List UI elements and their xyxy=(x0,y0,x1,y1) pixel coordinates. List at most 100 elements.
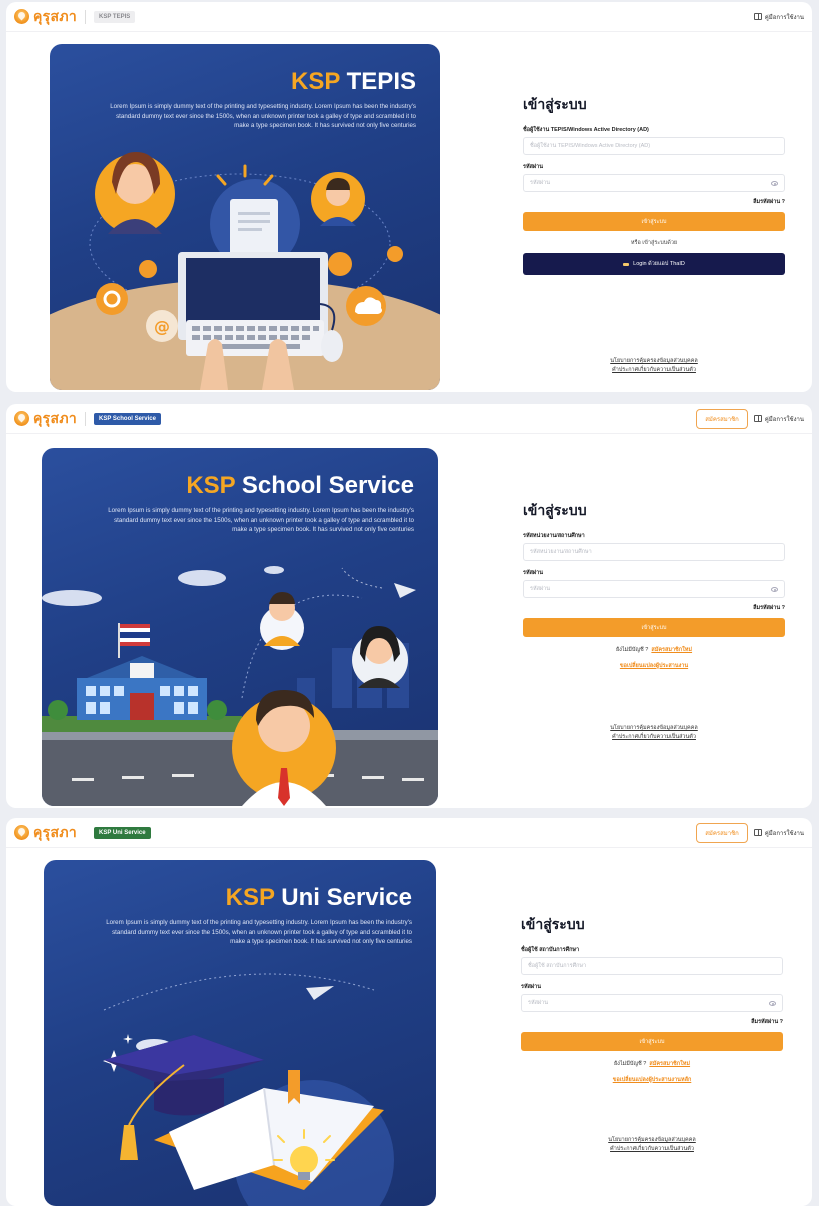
home-bubble xyxy=(328,252,352,276)
tree xyxy=(207,700,227,720)
header: คุรุสภา KSP Uni Service สมัครสมาชิก คู่ม… xyxy=(6,818,812,848)
eye-icon[interactable] xyxy=(771,180,778,186)
register-button[interactable]: สมัครสมาชิก xyxy=(696,822,748,843)
manual-link[interactable]: คู่มือการใช้งาน xyxy=(753,12,804,22)
register-prompt: ยังไม่มีบัญชี ? สมัครสมาชิกใหม่ xyxy=(615,647,693,653)
password-input[interactable]: รหัสผ่าน xyxy=(523,174,785,192)
paper-plane xyxy=(394,583,416,598)
manual-link[interactable]: คู่มือการใช้งาน xyxy=(753,828,804,838)
tree xyxy=(48,700,68,720)
register-prompt: ยังไม่มีบัญชี ? สมัครสมาชิกใหม่ xyxy=(613,1061,691,1067)
flag-pole xyxy=(118,623,120,658)
paper-plane xyxy=(306,986,334,1000)
login-title: เข้าสู่ระบบ xyxy=(523,502,587,518)
username-input[interactable]: รหัสหน่วยงาน/สถานศึกษา xyxy=(523,543,785,561)
privacy-links: นโยบายการคุ้มครองข้อมูลส่วนบุคคล คำประกา… xyxy=(521,1136,783,1154)
password-input[interactable]: รหัสผ่าน xyxy=(521,994,783,1012)
gear-bubble xyxy=(96,283,128,315)
chart-bubble xyxy=(139,260,157,278)
cloud xyxy=(42,590,102,606)
login-form: เข้าสู่ระบบ ชื่อผู้ใช้ สถาบันการศึกษา ชื… xyxy=(521,914,783,1154)
book-icon xyxy=(753,415,762,422)
cloud xyxy=(264,566,284,574)
forgot-password-link[interactable]: ลืมรหัสผ่าน ? xyxy=(523,198,785,206)
username-input[interactable]: ชื่อผู้ใช้งาน TEPIS/Windows Active Direc… xyxy=(523,137,785,155)
uni-login-page: คุรุสภา KSP Uni Service สมัครสมาชิก คู่ม… xyxy=(6,818,812,1206)
header-divider xyxy=(85,9,87,24)
privacy-policy-link[interactable]: นโยบายการคุ้มครองข้อมูลส่วนบุคคล xyxy=(523,724,785,733)
logo-icon xyxy=(14,9,29,24)
register-link[interactable]: สมัครสมาชิกใหม่ xyxy=(649,1061,690,1067)
hero-description: Lorem Ipsum is simply dummy text of the … xyxy=(110,103,416,130)
service-badge: KSP TEPIS xyxy=(94,10,136,23)
change-coordinator-link[interactable]: ขอเปลี่ยนแปลงผู้ประสานงานหลัก xyxy=(521,1076,783,1084)
thai-flag xyxy=(120,624,150,628)
privacy-notice-link[interactable]: คำประกาศเกี่ยวกับความเป็นส่วนตัว xyxy=(521,1145,783,1154)
thaid-icon xyxy=(623,262,630,266)
logo-icon xyxy=(14,411,29,426)
kurusapa-logo[interactable]: คุรุสภา xyxy=(14,822,77,844)
eye-icon[interactable] xyxy=(771,586,778,592)
hero-illustration xyxy=(42,566,438,806)
manual-label: คู่มือการใช้งาน xyxy=(764,14,804,21)
hero-description: Lorem Ipsum is simply dummy text of the … xyxy=(106,919,412,946)
hero-banner: KSP School Service Lorem Ipsum is simply… xyxy=(42,448,438,806)
password-label: รหัสผ่าน xyxy=(523,164,544,170)
svg-text:@: @ xyxy=(154,317,170,336)
logo-text: คุรุสภา xyxy=(33,7,78,24)
mouse xyxy=(321,330,343,362)
header: คุรุสภา KSP TEPIS คู่มือการใช้งาน xyxy=(6,2,812,32)
login-form: เข้าสู่ระบบ รหัสหน่วยงาน/สถานศึกษา รหัสห… xyxy=(523,500,785,742)
logo-text: คุรุสภา xyxy=(33,409,78,426)
kurusapa-logo[interactable]: คุรุสภา xyxy=(14,6,77,28)
privacy-links: นโยบายการคุ้มครองข้อมูลส่วนบุคคล คำประกา… xyxy=(523,724,785,742)
manual-label: คู่มือการใช้งาน xyxy=(764,830,804,837)
eye-icon[interactable] xyxy=(769,1000,776,1006)
privacy-policy-link[interactable]: นโยบายการคุ้มครองข้อมูลส่วนบุคคล xyxy=(523,357,785,366)
privacy-policy-link[interactable]: นโยบายการคุ้มครองข้อมูลส่วนบุคคล xyxy=(521,1136,783,1145)
hero-title: KSP Uni Service xyxy=(225,884,412,911)
lightbulb-icon xyxy=(290,1146,318,1174)
login-form: เข้าสู่ระบบ ชื่อผู้ใช้งาน TEPIS/Windows … xyxy=(523,94,785,375)
thaid-login-button[interactable]: Login ด้วยแอป ThaID xyxy=(523,253,785,275)
school-login-page: คุรุสภา KSP School Service สมัครสมาชิก ค… xyxy=(6,404,812,808)
header: คุรุสภา KSP School Service สมัครสมาชิก ค… xyxy=(6,404,812,434)
register-link[interactable]: สมัครสมาชิกใหม่ xyxy=(651,647,692,653)
hero-banner: @ KSP TEPIS Lorem Ipsum is simply dummy … xyxy=(50,44,440,390)
username-label: ชื่อผู้ใช้งาน TEPIS/Windows Active Direc… xyxy=(523,127,649,133)
privacy-notice-link[interactable]: คำประกาศเกี่ยวกับความเป็นส่วนตัว xyxy=(523,366,785,375)
hero-banner: KSP Uni Service Lorem Ipsum is simply du… xyxy=(44,860,436,1206)
kurusapa-logo[interactable]: คุรุสภา xyxy=(14,408,77,430)
register-button[interactable]: สมัครสมาชิก xyxy=(696,408,748,429)
privacy-links: นโยบายการคุ้มครองข้อมูลส่วนบุคคล คำประกา… xyxy=(523,357,785,375)
forgot-password-link[interactable]: ลืมรหัสผ่าน ? xyxy=(523,604,785,612)
hero-title: KSP School Service xyxy=(186,472,414,499)
tepis-login-page: คุรุสภา KSP TEPIS คู่มือการใช้งาน @ KSP … xyxy=(6,2,812,392)
header-divider xyxy=(85,411,87,426)
privacy-notice-link[interactable]: คำประกาศเกี่ยวกับความเป็นส่วนตัว xyxy=(523,733,785,742)
manual-link[interactable]: คู่มือการใช้งาน xyxy=(753,414,804,424)
wifi-bubble xyxy=(387,246,403,262)
password-label: รหัสผ่าน xyxy=(521,984,542,990)
change-coordinator-link[interactable]: ขอเปลี่ยนแปลงผู้ประสานงาน xyxy=(523,662,785,670)
book-icon xyxy=(753,829,762,836)
book-icon xyxy=(753,13,762,20)
orbit-line xyxy=(103,973,375,1011)
service-badge: KSP Uni Service xyxy=(94,826,151,839)
login-title: เข้าสู่ระบบ xyxy=(523,96,587,112)
login-title: เข้าสู่ระบบ xyxy=(521,916,585,932)
login-button[interactable]: เข้าสู่ระบบ xyxy=(523,212,785,231)
username-label: ชื่อผู้ใช้ สถาบันการศึกษา xyxy=(521,947,580,953)
logo-icon xyxy=(14,825,29,840)
cap-tassel xyxy=(120,1125,138,1160)
username-label: รหัสหน่วยงาน/สถานศึกษา xyxy=(523,533,585,539)
password-input[interactable]: รหัสผ่าน xyxy=(523,580,785,598)
login-button[interactable]: เข้าสู่ระบบ xyxy=(523,618,785,637)
or-divider: หรือ เข้าสู่ระบบด้วย xyxy=(630,240,678,246)
username-input[interactable]: ชื่อผู้ใช้ สถาบันการศึกษา xyxy=(521,957,783,975)
forgot-password-link[interactable]: ลืมรหัสผ่าน ? xyxy=(521,1018,783,1026)
manual-label: คู่มือการใช้งาน xyxy=(764,416,804,423)
login-button[interactable]: เข้าสู่ระบบ xyxy=(521,1032,783,1051)
hero-description: Lorem Ipsum is simply dummy text of the … xyxy=(108,507,414,534)
password-label: รหัสผ่าน xyxy=(523,570,544,576)
